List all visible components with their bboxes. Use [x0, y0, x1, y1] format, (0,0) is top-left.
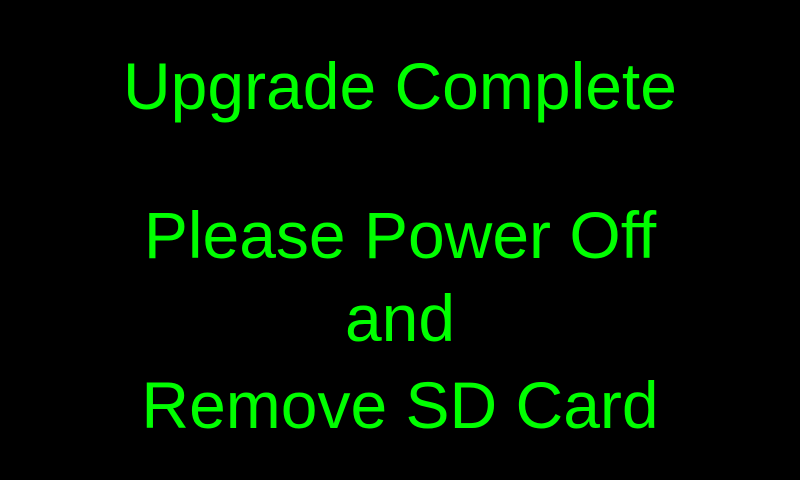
upgrade-status-screen: Upgrade Complete Please Power Off and Re…: [0, 0, 800, 480]
power-off-instruction: Please Power Off: [143, 198, 657, 272]
remove-sd-card-instruction: Remove SD Card: [141, 368, 659, 442]
conjunction-text: and: [344, 281, 456, 355]
upgrade-complete-title: Upgrade Complete: [123, 49, 677, 123]
